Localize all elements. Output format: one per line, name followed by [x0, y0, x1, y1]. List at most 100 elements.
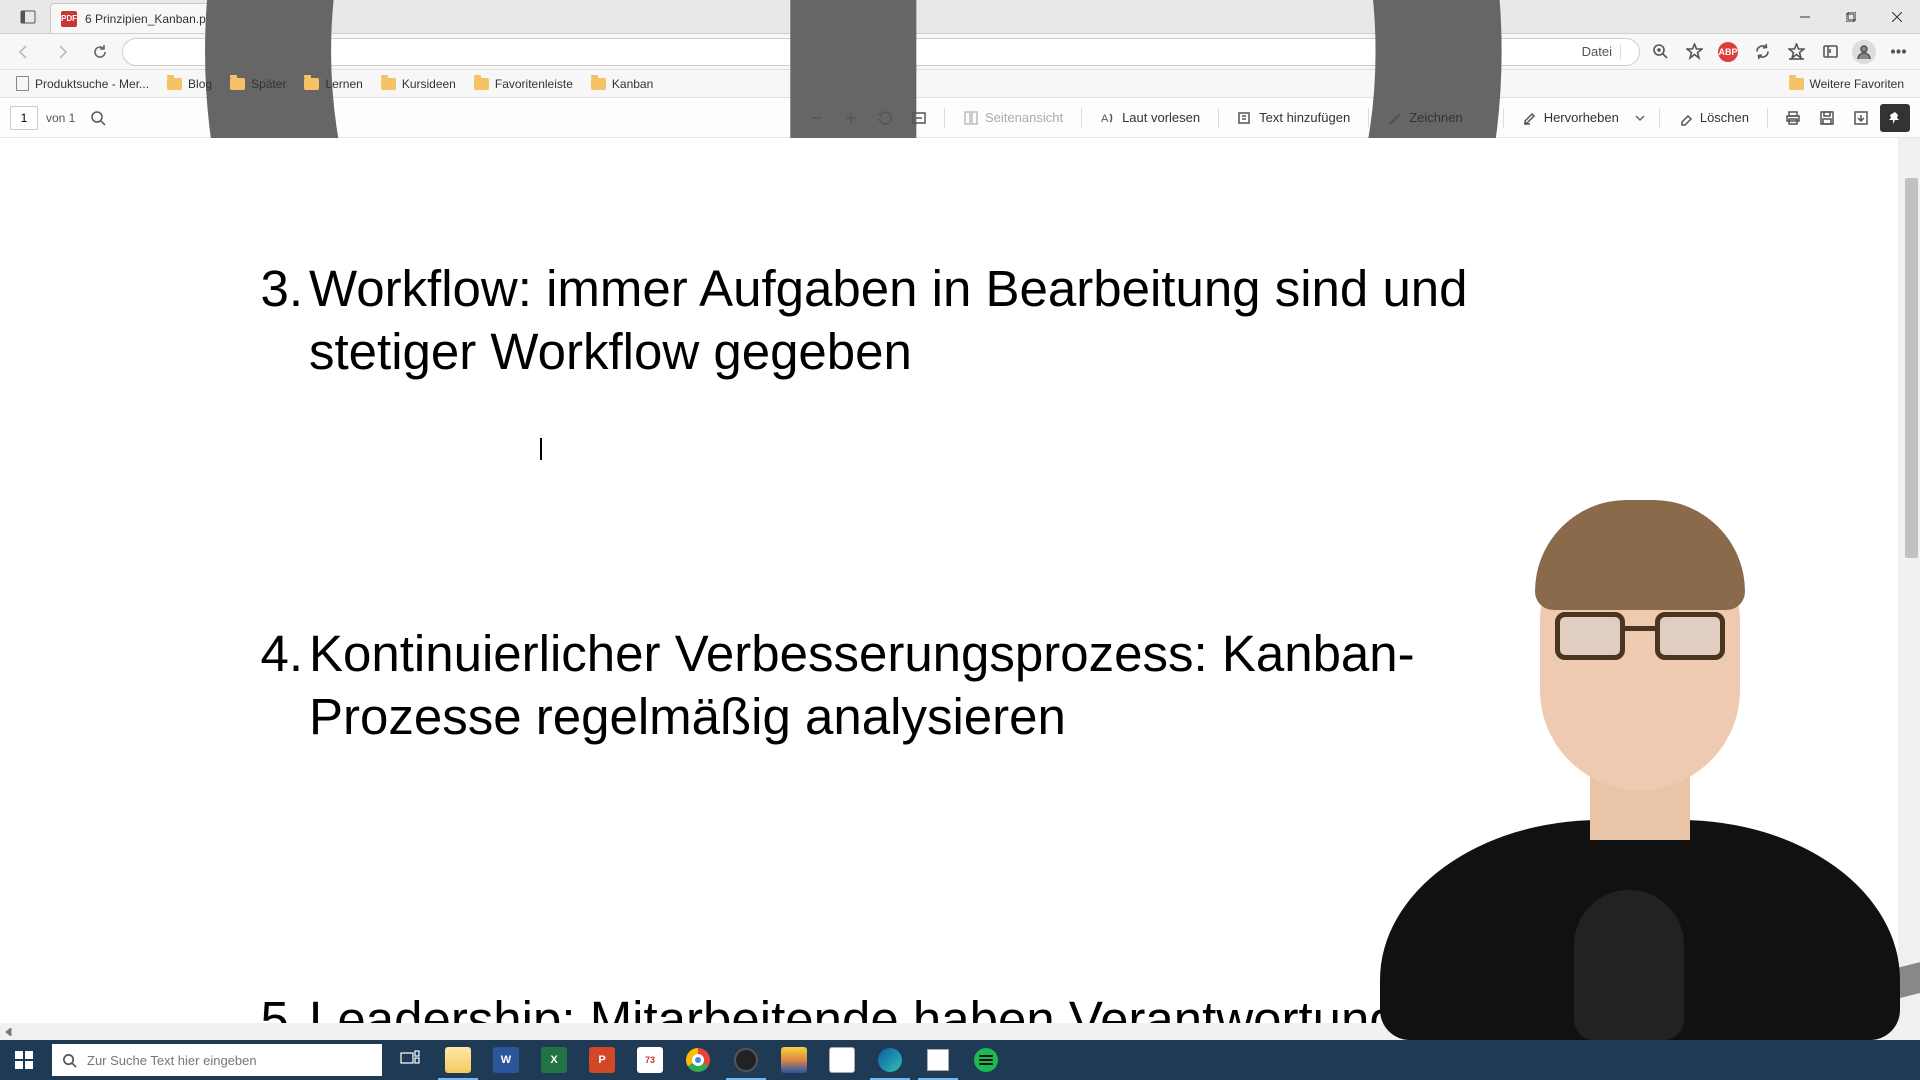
taskbar-app-word[interactable]: W	[482, 1040, 530, 1080]
highlight-button[interactable]: Hervorheben	[1514, 104, 1627, 132]
search-placeholder: Zur Suche Text hier eingeben	[87, 1053, 257, 1068]
task-view-button[interactable]	[386, 1040, 434, 1080]
tab-actions-button[interactable]	[6, 0, 50, 33]
folder-icon	[304, 78, 319, 90]
folder-icon	[230, 78, 245, 90]
bookmark-item[interactable]: Favoritenleiste	[466, 74, 581, 94]
folder-icon	[381, 78, 396, 90]
taskbar-app-obs[interactable]	[722, 1040, 770, 1080]
draw-label: Zeichnen	[1409, 110, 1462, 125]
refresh-extension-icon[interactable]	[1748, 38, 1776, 66]
taskbar-app-excel[interactable]: X	[530, 1040, 578, 1080]
list-item: 4. Kontinuierlicher Verbesserungsprozess…	[247, 623, 1567, 748]
list-text: Workflow: immer Aufgaben in Bearbeitung …	[307, 258, 1567, 383]
erase-label: Löschen	[1700, 110, 1749, 125]
taskbar-app-spotify[interactable]	[962, 1040, 1010, 1080]
nav-forward-button[interactable]	[46, 38, 78, 66]
draw-dropdown[interactable]	[1475, 113, 1493, 123]
bookmark-label: Später	[251, 77, 286, 91]
bookmark-label: Blog	[188, 77, 212, 91]
bookmark-label: Kursideen	[402, 77, 456, 91]
window-controls	[1782, 0, 1920, 33]
url-scheme-label: Datei	[1582, 44, 1621, 59]
folder-icon	[591, 78, 606, 90]
bookmark-item[interactable]: Blog	[159, 74, 220, 94]
taskbar-app-notepad[interactable]	[914, 1040, 962, 1080]
list-number: 3.	[247, 258, 307, 383]
highlight-label: Hervorheben	[1544, 110, 1619, 125]
erase-button[interactable]: Löschen	[1670, 104, 1757, 132]
favorite-star-icon[interactable]	[1680, 38, 1708, 66]
print-button[interactable]	[1778, 104, 1808, 132]
read-aloud-button[interactable]: A Laut vorlesen	[1092, 104, 1208, 132]
list-item: 3. Workflow: immer Aufgaben in Bearbeitu…	[247, 258, 1567, 383]
zoom-indicator-icon[interactable]	[1646, 38, 1674, 66]
address-bar-row: Datei J:/Meine%20Kurse/Projektmanagement…	[0, 34, 1920, 70]
add-text-button[interactable]: Text hinzufügen	[1229, 104, 1358, 132]
taskbar-app-chrome[interactable]	[674, 1040, 722, 1080]
taskbar-app-generic-1[interactable]	[770, 1040, 818, 1080]
text-cursor	[540, 438, 542, 460]
zoom-out-button[interactable]	[802, 104, 832, 132]
read-aloud-label: Laut vorlesen	[1122, 110, 1200, 125]
list-number: 4.	[247, 623, 307, 748]
scroll-left-arrow[interactable]	[0, 1023, 17, 1040]
scrollbar-thumb[interactable]	[1905, 178, 1918, 558]
bookmark-label: Lernen	[325, 77, 362, 91]
fit-page-button[interactable]	[904, 104, 934, 132]
nav-refresh-button[interactable]	[84, 38, 116, 66]
bookmark-label: Weitere Favoriten	[1810, 77, 1904, 91]
page-number-input[interactable]	[10, 106, 38, 130]
bookmark-item[interactable]: Später	[222, 74, 294, 94]
collections-icon[interactable]	[1816, 38, 1844, 66]
page-count-label: von 1	[42, 111, 79, 125]
window-minimize-button[interactable]	[1782, 0, 1828, 34]
taskbar-app-explorer[interactable]	[434, 1040, 482, 1080]
settings-menu-button[interactable]	[1884, 38, 1912, 66]
zoom-in-button[interactable]	[836, 104, 866, 132]
folder-icon	[474, 78, 489, 90]
folder-icon	[1789, 78, 1804, 90]
taskbar-app-generic-2[interactable]	[818, 1040, 866, 1080]
bookmark-item[interactable]: Kanban	[583, 74, 661, 94]
save-as-button[interactable]	[1846, 104, 1876, 132]
svg-text:A: A	[1101, 113, 1109, 125]
page-view-label: Seitenansicht	[985, 110, 1063, 125]
window-close-button[interactable]	[1874, 0, 1920, 34]
profile-avatar[interactable]	[1850, 38, 1878, 66]
bookmark-item[interactable]: Produktsuche - Mer...	[8, 73, 157, 94]
taskbar-search[interactable]: Zur Suche Text hier eingeben	[52, 1044, 382, 1076]
start-button[interactable]	[0, 1040, 48, 1080]
rotate-button[interactable]	[870, 104, 900, 132]
bookmark-label: Produktsuche - Mer...	[35, 77, 149, 91]
find-button[interactable]	[83, 104, 113, 132]
calendar-day: 73	[645, 1055, 655, 1065]
draw-button[interactable]: Zeichnen	[1379, 104, 1470, 132]
page-view-button[interactable]: Seitenansicht	[955, 104, 1071, 132]
pdf-icon: PDF	[61, 11, 77, 27]
page-icon	[16, 76, 29, 91]
adblock-icon[interactable]: ABP	[1714, 38, 1742, 66]
bookmark-label: Kanban	[612, 77, 653, 91]
horizontal-scrollbar[interactable]	[0, 1023, 1903, 1040]
taskbar-app-powerpoint[interactable]: P	[578, 1040, 626, 1080]
pdf-viewport[interactable]: 3. Workflow: immer Aufgaben in Bearbeitu…	[0, 138, 1920, 1040]
bookmark-item[interactable]: Lernen	[296, 74, 370, 94]
taskbar: Zur Suche Text hier eingeben W X P 73	[0, 1040, 1920, 1080]
nav-back-button[interactable]	[8, 38, 40, 66]
bookmarks-overflow[interactable]: Weitere Favoriten	[1781, 74, 1912, 94]
url-field[interactable]: Datei J:/Meine%20Kurse/Projektmanagement…	[122, 38, 1640, 66]
folder-icon	[167, 78, 182, 90]
list-text: Kontinuierlicher Verbesserungsprozess: K…	[307, 623, 1567, 748]
favorites-icon[interactable]	[1782, 38, 1810, 66]
bookmark-item[interactable]: Kursideen	[373, 74, 464, 94]
taskbar-app-calendar[interactable]: 73	[626, 1040, 674, 1080]
save-button[interactable]	[1812, 104, 1842, 132]
window-maximize-button[interactable]	[1828, 0, 1874, 34]
pin-toolbar-button[interactable]	[1880, 104, 1910, 132]
pdf-page: 3. Workflow: immer Aufgaben in Bearbeitu…	[0, 138, 1898, 1040]
add-text-label: Text hinzufügen	[1259, 110, 1350, 125]
taskbar-app-edge[interactable]	[866, 1040, 914, 1080]
highlight-dropdown[interactable]	[1631, 113, 1649, 123]
vertical-scrollbar[interactable]	[1903, 138, 1920, 1040]
